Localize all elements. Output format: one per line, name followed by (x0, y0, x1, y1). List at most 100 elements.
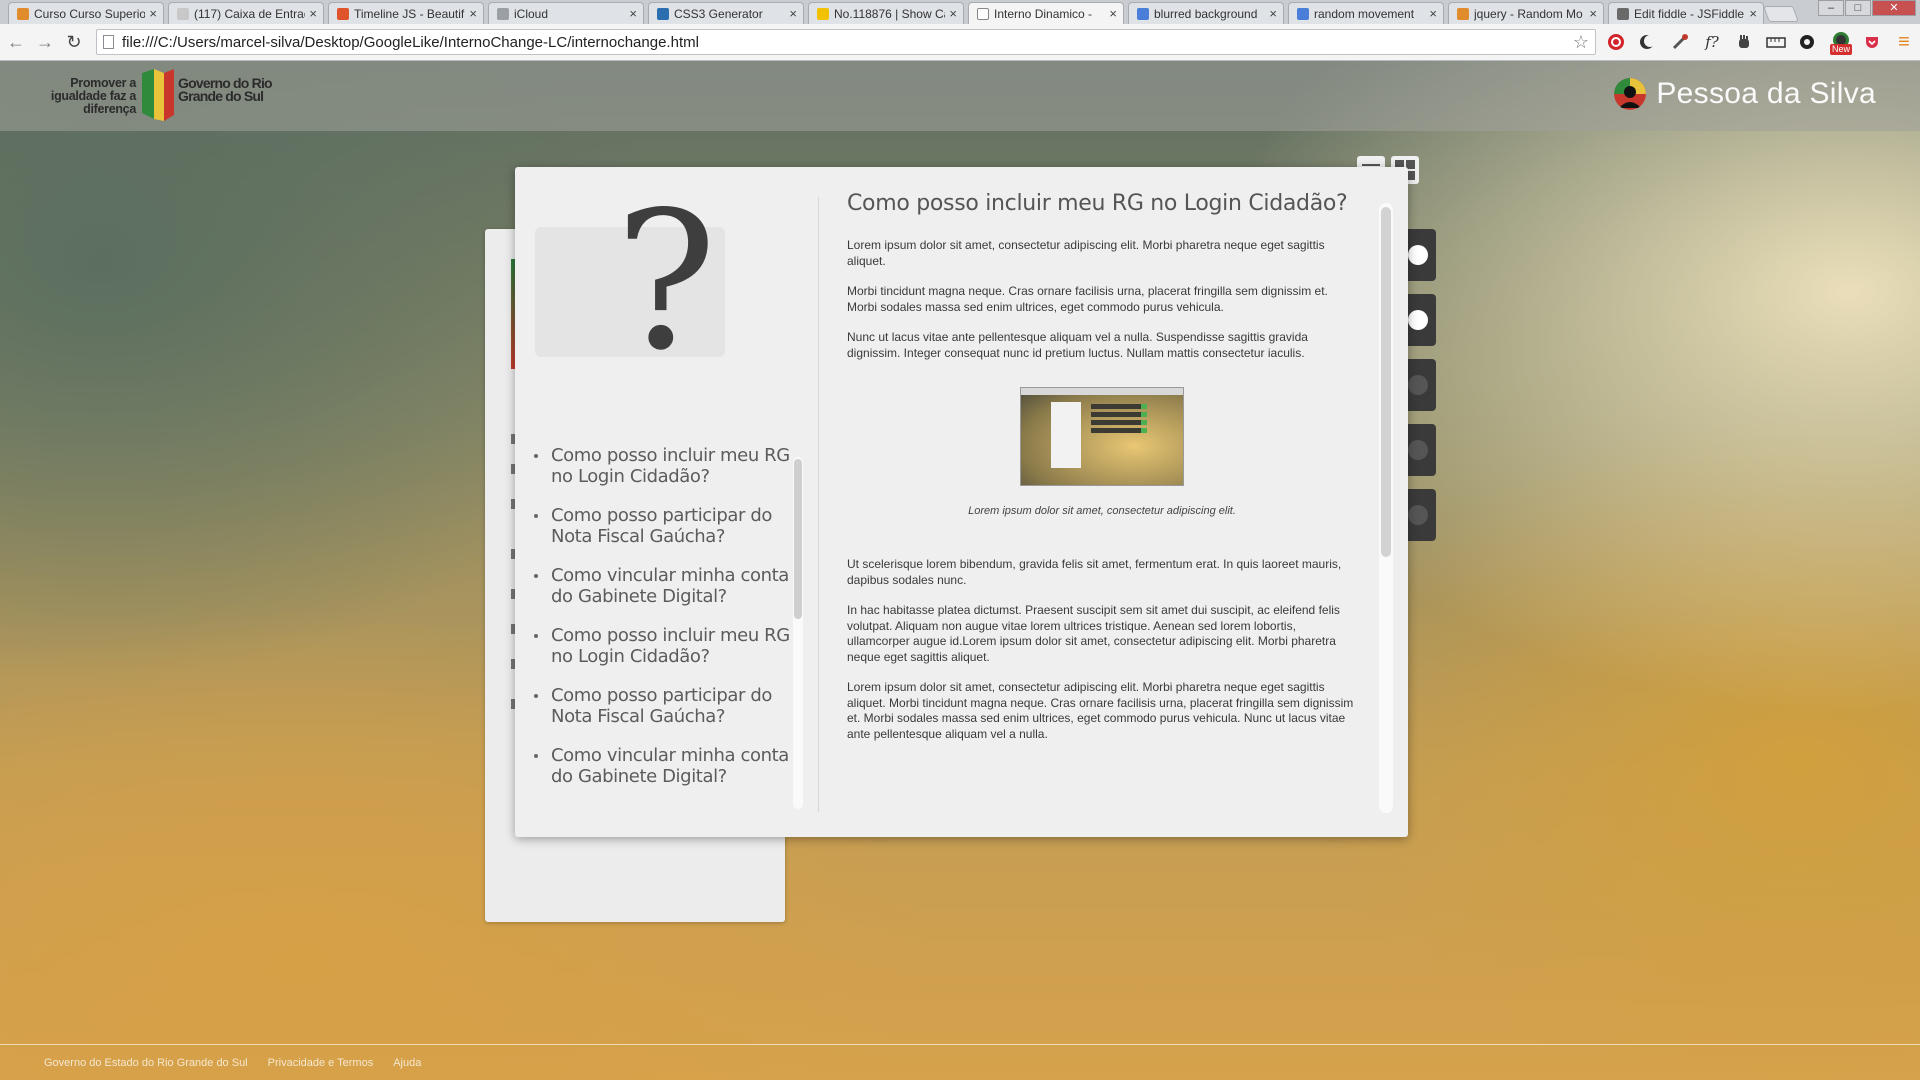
browser-tab[interactable]: Edit fiddle - JSFiddle × (1608, 2, 1764, 24)
tab-close-icon[interactable]: × (1589, 6, 1597, 21)
extension-moon-icon[interactable] (1637, 32, 1657, 52)
faq-list: Como posso incluir meu RG no Login Cidad… (515, 445, 800, 815)
tab-favicon-icon (1297, 7, 1309, 20)
minimize-button[interactable]: – (1818, 0, 1844, 16)
site-header: Promover a igualdade faz a diferença Gov… (0, 61, 1920, 131)
article-scrollbar[interactable] (1379, 203, 1393, 813)
faq-article: Como posso incluir meu RG no Login Cidad… (847, 191, 1357, 821)
bullet-icon (534, 454, 538, 458)
tab-close-icon[interactable]: × (149, 6, 157, 21)
article-screenshot-image (1020, 387, 1184, 486)
tab-close-icon[interactable]: × (1429, 6, 1437, 21)
bullet-icon (534, 574, 538, 578)
maximize-button[interactable]: □ (1845, 0, 1871, 16)
tab-close-icon[interactable]: × (949, 6, 957, 21)
tab-close-icon[interactable]: × (1109, 6, 1117, 21)
faq-item-label: Como posso participar do Nota Fiscal Gaú… (551, 685, 773, 727)
page-icon (103, 35, 114, 49)
tab-favicon-icon (17, 7, 29, 20)
page-viewport: Promover a igualdade faz a diferença Gov… (0, 61, 1920, 1080)
browser-tab-strip: Curso Curso Superior × (117) Caixa de Ent… (0, 0, 1920, 24)
window-close-button[interactable]: ✕ (1872, 0, 1916, 16)
faq-item[interactable]: Como posso participar do Nota Fiscal Gaú… (515, 505, 800, 547)
tab-close-icon[interactable]: × (469, 6, 477, 21)
extension-pocket-icon[interactable] (1862, 32, 1882, 52)
tab-close-icon[interactable]: × (1749, 6, 1757, 21)
browser-tab[interactable]: blurred background × (1128, 2, 1284, 24)
toggle-knob-icon (1408, 245, 1428, 265)
tab-favicon-icon (337, 7, 349, 20)
user-avatar (1614, 78, 1647, 110)
browser-tab-active[interactable]: Interno Dinamico - × (968, 2, 1124, 24)
toggle-knob-icon (1408, 440, 1428, 460)
browser-tab[interactable]: jquery - Random Mo × (1448, 2, 1604, 24)
user-profile[interactable]: Pessoa da Silva (1614, 77, 1876, 111)
tab-favicon-icon (657, 7, 669, 20)
faq-item[interactable]: Como vincular minha conta do Gabinete Di… (515, 565, 800, 607)
tab-favicon-icon (817, 7, 829, 20)
logo-motto: Promover a igualdade faz a diferença (50, 76, 136, 116)
logo-government-name: Governo do Rio Grande do Sul (178, 75, 273, 104)
bookmark-star-icon[interactable]: ☆ (1573, 32, 1589, 53)
faq-item[interactable]: Como posso incluir meu RG no Login Cidad… (515, 625, 800, 667)
back-icon[interactable]: ← (5, 31, 27, 53)
site-footer: Governo do Estado do Rio Grande do Sul P… (0, 1044, 1920, 1080)
tab-close-icon[interactable]: × (629, 6, 637, 21)
browser-tab[interactable]: No.118876 | Show Ca × (808, 2, 964, 24)
browser-tab[interactable]: Curso Curso Superior × (8, 2, 164, 24)
faq-item-label: Como posso incluir meu RG no Login Cidad… (551, 445, 790, 487)
article-paragraph: Lorem ipsum dolor sit amet, consectetur … (847, 680, 1354, 741)
reload-icon[interactable]: ↻ (63, 31, 85, 53)
address-bar[interactable]: file:///C:/Users/marcel-silva/Desktop/Go… (96, 29, 1596, 55)
extension-gear-icon[interactable] (1797, 32, 1817, 52)
browser-tab[interactable]: Timeline JS - Beautiful × (328, 2, 484, 24)
footer-link-government[interactable]: Governo do Estado do Rio Grande do Sul (44, 1057, 248, 1069)
tab-favicon-icon (1137, 7, 1149, 20)
article-title: Como posso incluir meu RG no Login Cidad… (847, 191, 1348, 216)
browser-toolbar: ← → ↻ file:///C:/Users/marcel-silva/Desk… (0, 24, 1920, 61)
extension-tool-icon[interactable] (1670, 32, 1690, 52)
faq-item-label: Como posso participar do Nota Fiscal Gaú… (551, 505, 773, 547)
extension-font-icon[interactable]: f? (1702, 32, 1722, 52)
footer-link-privacy[interactable]: Privacidade e Termos (268, 1057, 374, 1069)
toggle-knob-icon (1408, 310, 1428, 330)
bullet-icon (534, 754, 538, 758)
extension-red-icon[interactable] (1606, 32, 1626, 52)
article-paragraph: Ut scelerisque lorem bibendum, gravida f… (847, 557, 1342, 587)
article-paragraph: Morbi tincidunt magna neque. Cras ornare… (847, 284, 1328, 314)
faq-item-label: Como vincular minha conta do Gabinete Di… (551, 565, 789, 607)
figure-caption: Lorem ipsum dolor sit amet, consectetur … (968, 505, 1236, 517)
browser-tab[interactable]: (117) Caixa de Entrada × (168, 2, 324, 24)
faq-scrollbar[interactable] (793, 457, 803, 809)
faq-item[interactable]: Como vincular minha conta do Gabinete Di… (515, 745, 800, 787)
url-text: file:///C:/Users/marcel-silva/Desktop/Go… (122, 33, 699, 51)
government-logo[interactable]: Promover a igualdade faz a diferença Gov… (46, 67, 286, 125)
tab-close-icon[interactable]: × (309, 6, 317, 21)
tab-favicon-icon (1617, 7, 1629, 20)
extension-hand-icon[interactable] (1734, 32, 1754, 52)
tab-close-icon[interactable]: × (789, 6, 797, 21)
extension-new-badge-icon[interactable]: New (1828, 32, 1854, 55)
toggle-knob-icon (1408, 375, 1428, 395)
new-tab-button[interactable] (1763, 6, 1799, 22)
browser-tab[interactable]: random movement × (1288, 2, 1444, 24)
faq-item-label: Como vincular minha conta do Gabinete Di… (551, 745, 789, 787)
browser-tab[interactable]: CSS3 Generator × (648, 2, 804, 24)
chrome-menu-icon[interactable]: ≡ (1894, 31, 1914, 53)
article-paragraph: Nunc ut lacus vitae ante pellentesque al… (847, 330, 1308, 360)
tab-favicon-icon (1457, 7, 1469, 20)
faq-item[interactable]: Como posso participar do Nota Fiscal Gaú… (515, 685, 800, 727)
help-modal: ? Como posso incluir meu RG no Login Cid… (515, 167, 1408, 837)
user-name: Pessoa da Silva (1656, 77, 1876, 110)
forward-icon[interactable]: → (34, 31, 56, 53)
article-paragraph: In hac habitasse platea dictumst. Praese… (847, 603, 1340, 664)
browser-tab[interactable]: iCloud × (488, 2, 644, 24)
modal-divider (818, 197, 819, 812)
bullet-icon (534, 514, 538, 518)
footer-link-help[interactable]: Ajuda (393, 1057, 421, 1069)
faq-item[interactable]: Como posso incluir meu RG no Login Cidad… (515, 445, 800, 487)
scrollbar-thumb[interactable] (1381, 207, 1391, 557)
extension-ruler-icon[interactable] (1766, 32, 1786, 52)
scrollbar-thumb[interactable] (794, 459, 802, 619)
tab-close-icon[interactable]: × (1269, 6, 1277, 21)
